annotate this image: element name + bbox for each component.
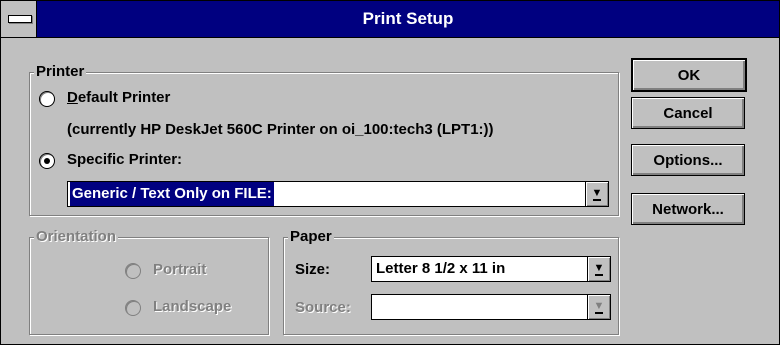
orientation-group-label: Orientation — [34, 228, 119, 246]
cancel-button[interactable]: Cancel — [631, 97, 745, 129]
default-printer-radio[interactable] — [39, 91, 55, 107]
paper-source-select[interactable]: ▼ — [371, 294, 611, 320]
portrait-label[interactable]: Portrait — [153, 261, 206, 279]
printer-group-label: Printer — [34, 63, 87, 81]
default-printer-label[interactable]: Default Printer — [67, 89, 170, 107]
dropdown-arrow-icon[interactable]: ▼ — [585, 182, 608, 206]
specific-printer-select[interactable]: Generic / Text Only on FILE: ▼ — [67, 181, 609, 207]
specific-printer-value: Generic / Text Only on FILE: — [70, 182, 274, 206]
dropdown-arrow-icon[interactable]: ▼ — [587, 257, 610, 281]
paper-size-select[interactable]: Letter 8 1/2 x 11 in ▼ — [371, 256, 611, 282]
paper-group: Paper — [283, 228, 619, 335]
landscape-radio[interactable] — [125, 300, 141, 316]
default-printer-label-text: efault Printer — [77, 89, 171, 106]
portrait-radio[interactable] — [125, 263, 141, 279]
specific-printer-radio[interactable] — [39, 153, 55, 169]
title-bar[interactable]: Print Setup — [1, 1, 779, 38]
orientation-group: Orientation — [29, 228, 269, 335]
current-printer-text: (currently HP DeskJet 560C Printer on oi… — [67, 121, 494, 138]
dropdown-arrow-icon[interactable]: ▼ — [587, 295, 610, 319]
landscape-label[interactable]: Landscape — [153, 298, 231, 316]
system-menu-icon[interactable] — [1, 1, 37, 37]
network-button[interactable]: Network... — [631, 193, 745, 225]
source-label: Source: — [295, 299, 351, 316]
options-button[interactable]: Options... — [631, 144, 745, 176]
size-label: Size: — [295, 261, 331, 278]
paper-size-value: Letter 8 1/2 x 11 in — [376, 260, 506, 277]
print-setup-dialog: Print Setup Printer Default Printer (cur… — [0, 0, 780, 345]
ok-button[interactable]: OK — [631, 58, 747, 92]
specific-printer-label[interactable]: Specific Printer: — [67, 151, 182, 169]
dialog-title: Print Setup — [362, 9, 454, 28]
paper-group-label: Paper — [288, 228, 334, 246]
